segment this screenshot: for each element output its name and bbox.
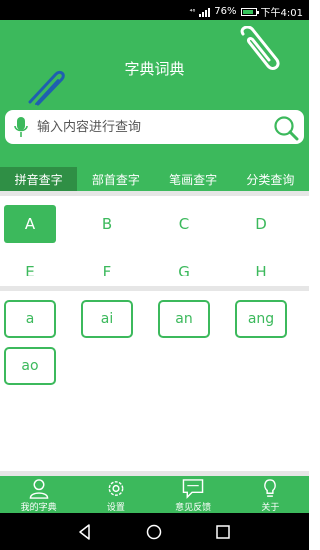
letter-g[interactable]: G: [158, 253, 210, 276]
nav-label: 意见反馈: [175, 503, 212, 513]
letter-b[interactable]: B: [81, 205, 133, 243]
search-input[interactable]: [37, 115, 267, 139]
letter-a[interactable]: A: [4, 205, 56, 243]
letter-c[interactable]: C: [158, 205, 210, 243]
search-icon[interactable]: [273, 115, 299, 141]
status-right: ⁴⁶ 76% 下午4:01: [190, 4, 303, 19]
tab-radical[interactable]: 部首查字: [77, 167, 154, 191]
nav-my-dictionary[interactable]: 我的字典: [0, 476, 77, 513]
letter-grid: A B C D E F G H: [0, 196, 309, 276]
chat-icon: [182, 479, 204, 499]
status-time: 下午4:01: [260, 8, 303, 19]
tab-pinyin[interactable]: 拼音查字: [0, 167, 78, 191]
syllable-an[interactable]: an: [158, 300, 210, 338]
letter-d[interactable]: D: [235, 205, 287, 243]
search-box[interactable]: [5, 110, 304, 144]
microphone-icon[interactable]: [13, 116, 29, 138]
battery-percent: 76%: [214, 6, 237, 17]
header: 字典词典: [0, 20, 309, 167]
nav-label: 关于: [261, 503, 280, 513]
system-nav-bar: [0, 513, 309, 550]
nav-feedback[interactable]: 意见反馈: [155, 476, 232, 513]
lightbulb-icon: [264, 479, 277, 497]
gear-icon: [108, 481, 124, 496]
battery-icon: [240, 7, 259, 16]
nav-about[interactable]: 关于: [232, 476, 309, 513]
syllable-ao[interactable]: ao: [4, 347, 56, 385]
signal-icon: [199, 7, 211, 17]
recent-apps-icon[interactable]: [214, 523, 232, 541]
search-mode-tabs: 拼音查字 部首查字 笔画查字 分类查询: [0, 167, 309, 191]
app-title: 字典词典: [124, 60, 185, 78]
status-bar: ⁴⁶ 76% 下午4:01: [0, 0, 309, 20]
home-icon[interactable]: [145, 523, 163, 541]
bottom-nav: 我的字典 设置 意见反馈 关于: [0, 476, 309, 513]
letter-h[interactable]: H: [235, 253, 287, 276]
back-icon[interactable]: [76, 523, 94, 541]
divider: [0, 286, 309, 291]
letter-f[interactable]: F: [81, 253, 133, 276]
syllable-ai[interactable]: ai: [81, 300, 133, 338]
nav-settings[interactable]: 设置: [77, 476, 154, 513]
nav-label: 我的字典: [20, 503, 57, 513]
nav-label: 设置: [106, 503, 125, 513]
letter-e[interactable]: E: [4, 253, 56, 276]
tab-stroke[interactable]: 笔画查字: [155, 167, 232, 191]
person-icon: [29, 479, 48, 499]
syllable-a[interactable]: a: [4, 300, 56, 338]
network-type: ⁴⁶: [189, 7, 196, 16]
syllable-ang[interactable]: ang: [235, 300, 287, 338]
tab-category[interactable]: 分类查询: [232, 167, 309, 191]
